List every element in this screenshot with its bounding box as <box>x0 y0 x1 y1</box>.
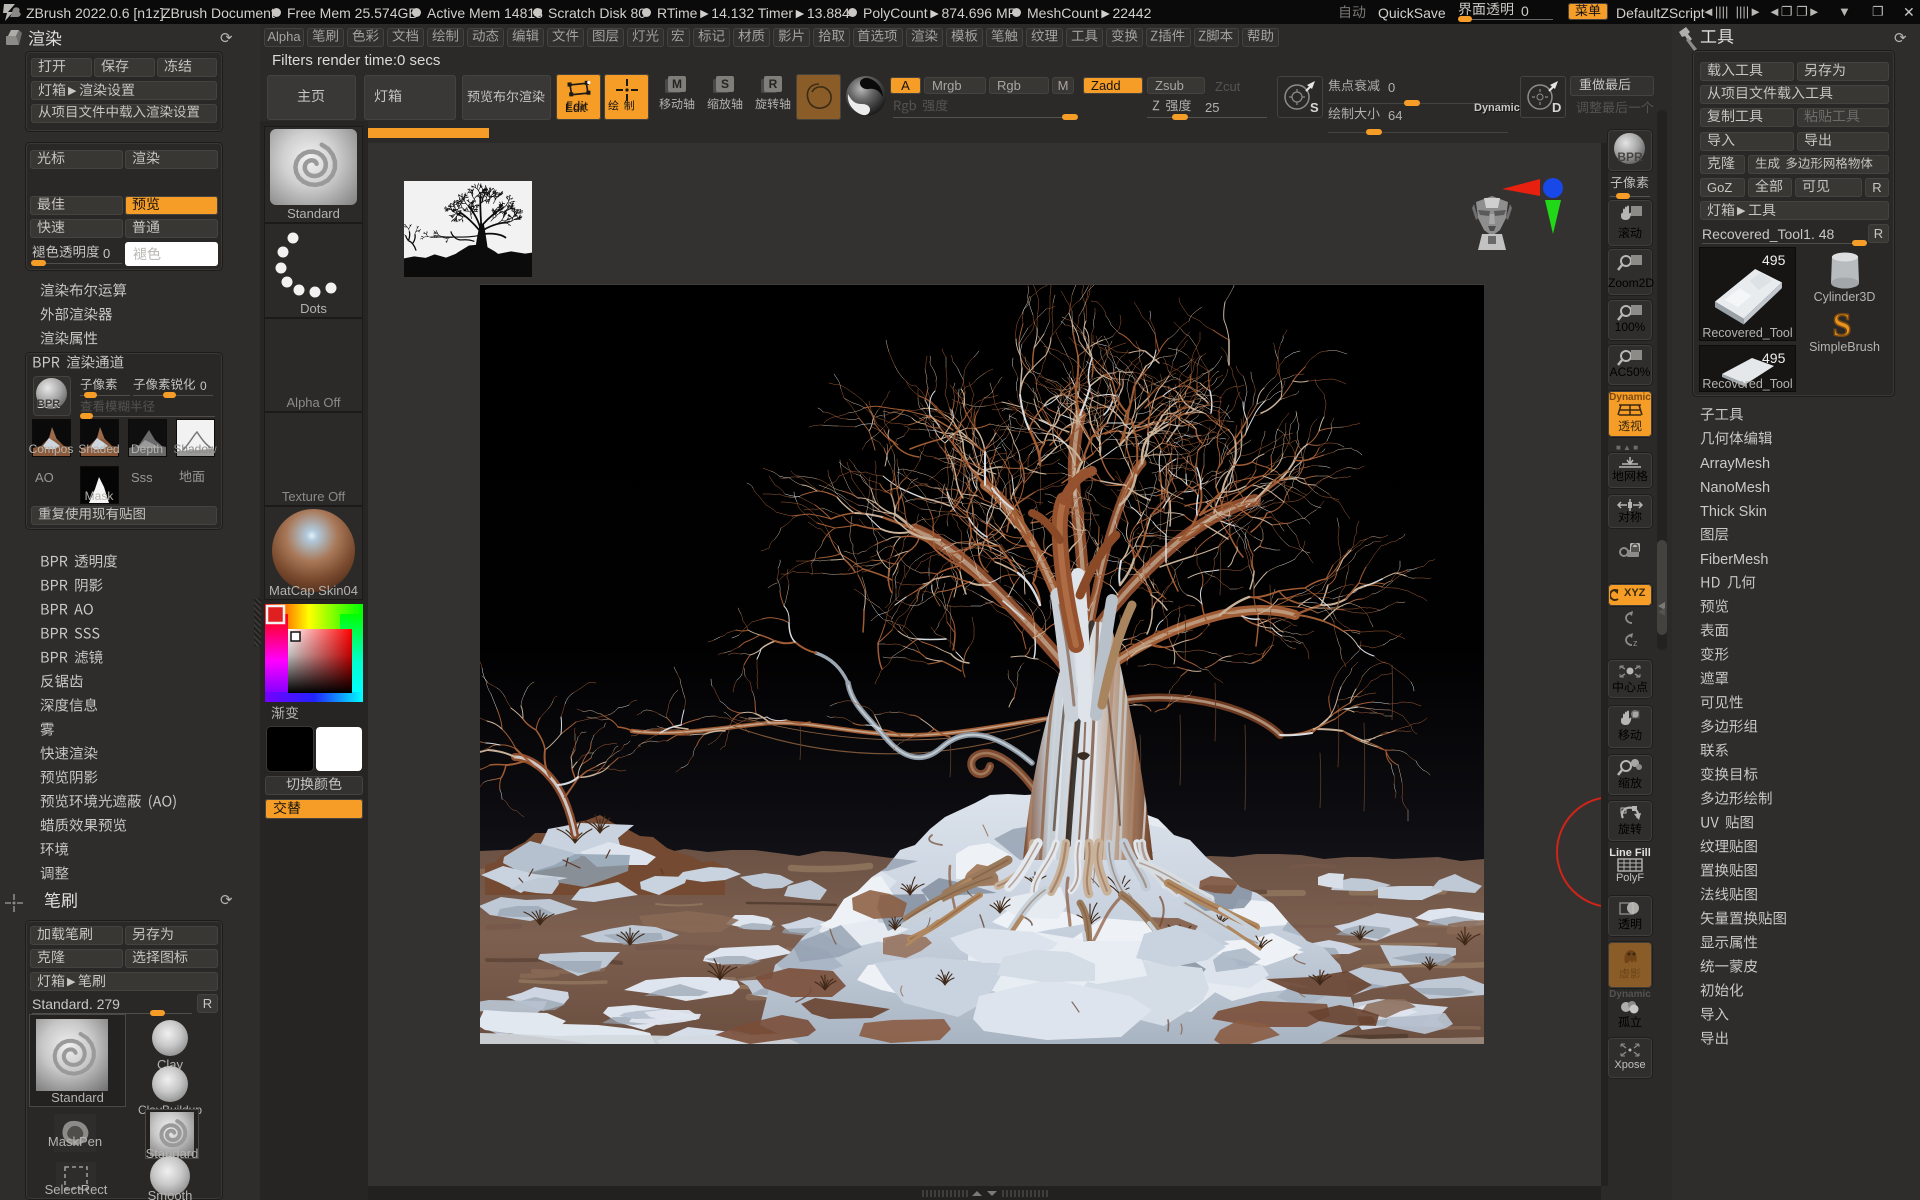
svg-text:S: S <box>1833 307 1852 342</box>
svg-text:z: z <box>1633 638 1638 648</box>
